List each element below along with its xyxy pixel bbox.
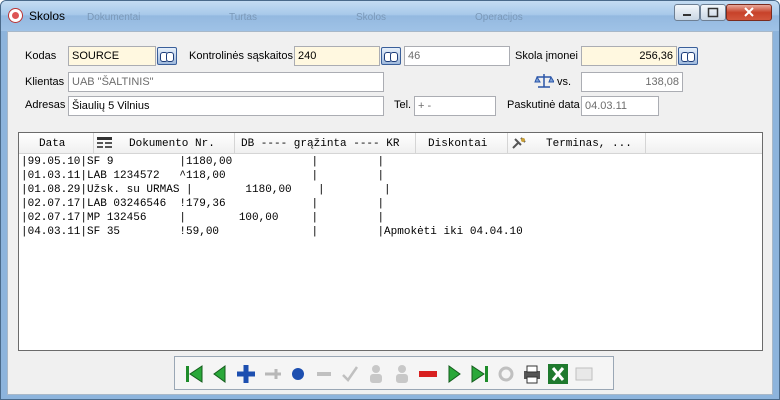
debts-grid[interactable]: Data Dokumento Nr. DB ---- grąžinta ----… (18, 132, 763, 351)
table-row[interactable]: |01.03.11|LAB 1234572 ^118,00 | | (21, 169, 523, 183)
ghost-menu-item: Operacijos (475, 12, 523, 23)
refresh-icon[interactable] (495, 363, 517, 385)
column-header-diskontai[interactable]: Diskontai (416, 133, 508, 153)
table-row[interactable]: |02.07.17|LAB 03246546 !179,36 | | (21, 197, 523, 211)
maximize-button[interactable] (700, 4, 726, 21)
window: Skolos Dokumentai Turtas Skolos Operacij… (0, 0, 780, 400)
table-row[interactable]: |04.03.11|SF 35 !59,00 | |Apmokėti iki 0… (21, 225, 523, 239)
adresas-label: Adresas (25, 99, 66, 111)
skola-field[interactable]: 256,36 (581, 46, 677, 66)
next-icon[interactable] (443, 363, 465, 385)
column-header-db-kr[interactable]: DB ---- grąžinta ---- KR (235, 133, 416, 153)
close-icon (744, 7, 754, 17)
ghost-menu-item: Dokumentai (87, 12, 141, 23)
adresas-field[interactable]: Šiaulių 5 Vilnius (68, 96, 384, 116)
kodas-lookup-button[interactable] (157, 47, 177, 65)
title-bar[interactable]: Skolos Dokumentai Turtas Skolos Operacij… (1, 1, 779, 31)
navigation-toolbar (174, 356, 614, 390)
grid-rows: |99.05.10|SF 9 |1180,00 | | |01.03.11|LA… (21, 155, 523, 239)
column-header-dokumento-nr-label: Dokumento Nr. (129, 138, 215, 150)
paskutine-data-label: Paskutinė data (507, 99, 580, 111)
maximize-icon (707, 7, 719, 18)
person2-icon[interactable] (391, 363, 413, 385)
columns-icon (97, 137, 112, 148)
minimize-icon (683, 14, 691, 16)
delete-row-icon[interactable] (313, 363, 335, 385)
tools-icon (512, 137, 526, 149)
kontrolines-field-2[interactable]: 46 (404, 46, 510, 66)
tel-field[interactable]: + - (414, 96, 496, 116)
kontrolines-field[interactable]: 240 (294, 46, 380, 66)
column-header-terminas[interactable]: Terminas, ... (508, 133, 646, 153)
klientas-field[interactable]: UAB "ŠALTINIS" (68, 72, 384, 92)
grid-header: Data Dokumento Nr. DB ---- grąžinta ----… (19, 133, 762, 154)
table-row[interactable]: |02.07.17|MP 132456 | 100,00 | | (21, 211, 523, 225)
ghost-menu-item: Turtas (229, 12, 257, 23)
tel-label: Tel. (394, 99, 412, 111)
client-area: Kodas SOURCE Kontrolinės sąskaitos 240 4… (7, 31, 773, 395)
kodas-label: Kodas (25, 50, 57, 62)
kodas-field[interactable]: SOURCE (68, 46, 156, 66)
add-icon[interactable] (235, 363, 257, 385)
confirm-icon[interactable] (339, 363, 361, 385)
column-header-dokumento-nr[interactable]: Dokumento Nr. (94, 133, 235, 153)
person-icon[interactable] (365, 363, 387, 385)
record-icon[interactable] (287, 363, 309, 385)
minimize-button[interactable] (674, 4, 700, 21)
column-header-terminas-label: Terminas, ... (546, 138, 632, 150)
paskutine-data-field[interactable]: 04.03.11 (581, 96, 659, 116)
column-header-data[interactable]: Data (19, 133, 94, 153)
remove-icon[interactable] (417, 363, 439, 385)
export-icon[interactable] (573, 363, 595, 385)
print-icon[interactable] (521, 363, 543, 385)
first-icon[interactable] (183, 363, 205, 385)
app-icon (8, 8, 23, 23)
ghost-menu-item: Skolos (356, 12, 387, 23)
kontrolines-label: Kontrolinės sąskaitos (189, 50, 293, 62)
skola-lookup-button[interactable] (678, 47, 698, 65)
vs-label: vs. (557, 76, 572, 88)
excel-icon[interactable] (547, 363, 569, 385)
kontrolines-lookup-button[interactable] (381, 47, 401, 65)
last-icon[interactable] (469, 363, 491, 385)
balance-scale-icon[interactable] (534, 72, 554, 90)
prev-icon[interactable] (209, 363, 231, 385)
vs-field[interactable]: 138,08 (581, 72, 683, 92)
window-title: Skolos (29, 9, 66, 23)
insert-icon[interactable] (261, 363, 283, 385)
skola-label: Skola įmonei (515, 50, 578, 62)
close-button[interactable] (726, 4, 772, 21)
table-row[interactable]: |99.05.10|SF 9 |1180,00 | | (21, 155, 523, 169)
klientas-label: Klientas (25, 76, 65, 88)
table-row[interactable]: |01.08.29|Užsk. su URMAS | 1180,00 | | (21, 183, 523, 197)
